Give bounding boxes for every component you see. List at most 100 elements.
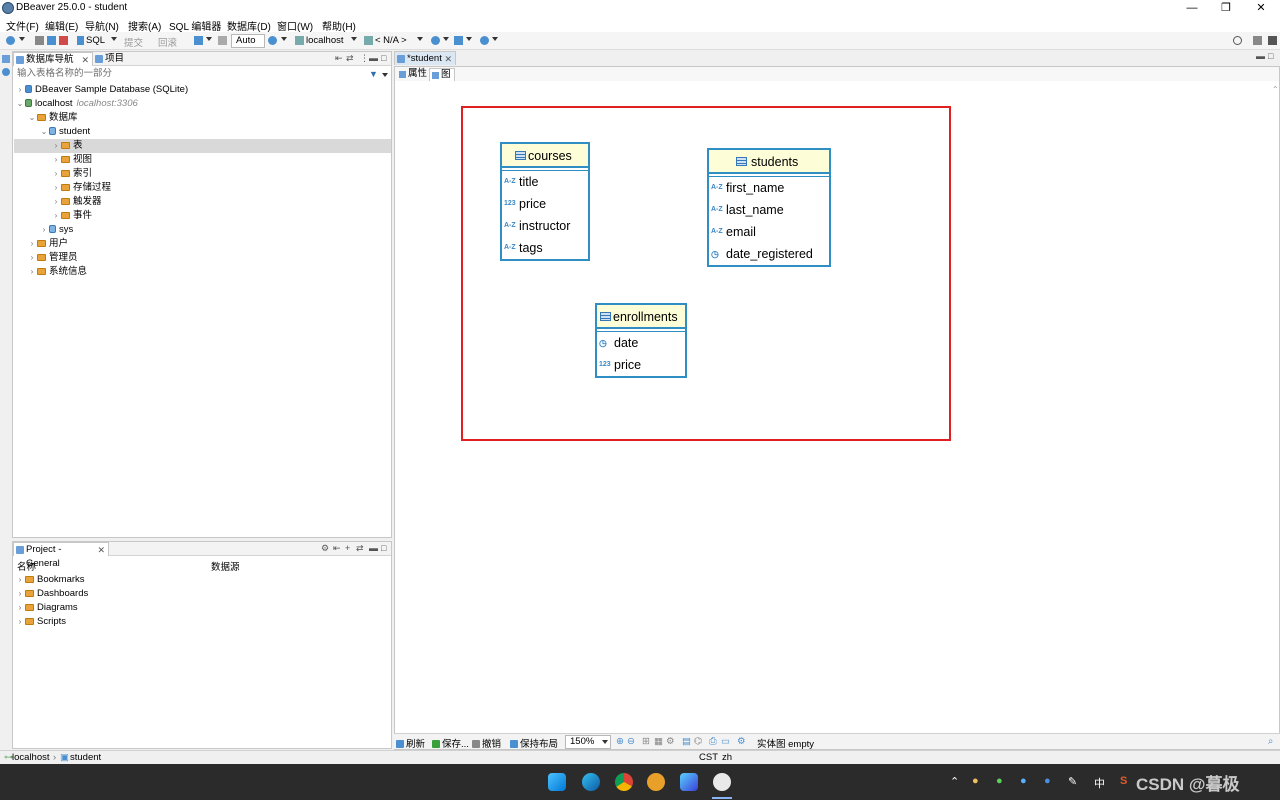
tab-diagram[interactable]: 图	[429, 68, 455, 81]
expand-arrow-icon[interactable]: ›	[15, 587, 25, 601]
new-connection-icon[interactable]	[6, 36, 15, 45]
entity-column[interactable]: 123 price	[597, 354, 685, 376]
routing-icon[interactable]: ⌬	[694, 736, 702, 747]
project-item-diagrams[interactable]: › Diagrams	[15, 601, 391, 615]
perspective-icon[interactable]	[1253, 36, 1262, 45]
project-item-scripts[interactable]: › Scripts	[15, 615, 391, 629]
tree-item-databases[interactable]: ⌄ 数据库	[27, 111, 391, 125]
chevron-down-icon[interactable]	[206, 37, 212, 41]
arrange-icon[interactable]: ⊞	[642, 736, 650, 747]
entity-header[interactable]: courses	[502, 144, 588, 168]
zoom-in-icon[interactable]: ⊕	[616, 736, 624, 747]
entity-column[interactable]: ◷ date	[597, 332, 685, 354]
zoom-out-icon[interactable]: ⊖	[627, 736, 635, 747]
minimize-panel-icon[interactable]: ▬	[369, 543, 378, 553]
column-header-name[interactable]: 名称	[17, 559, 36, 573]
tree-item-tables[interactable]: › 表	[14, 139, 391, 153]
expand-arrow-icon[interactable]: ›	[15, 601, 25, 615]
edge-icon[interactable]	[582, 773, 600, 791]
auto-commit-mode[interactable]: Auto	[231, 34, 265, 48]
entity-column[interactable]: A-Z instructor	[502, 215, 588, 237]
sql-editor-icon[interactable]	[77, 36, 84, 45]
collapse-icon[interactable]: ⇤	[335, 53, 343, 64]
expand-arrow-icon[interactable]: ›	[51, 195, 61, 209]
notation-icon[interactable]: ▤	[682, 736, 691, 747]
search-icon[interactable]: ⌕	[1268, 736, 1273, 747]
expand-arrow-icon[interactable]: ›	[15, 573, 25, 587]
menu-database[interactable]: 数据库(D)	[227, 18, 271, 33]
expand-arrow-icon[interactable]: ›	[51, 209, 61, 223]
tree-item-procedures[interactable]: › 存储过程	[51, 181, 391, 195]
tree-item-sample-database[interactable]: › DBeaver Sample Database (SQLite)	[15, 83, 391, 97]
search-icon[interactable]	[1233, 36, 1242, 45]
plug-icon[interactable]	[35, 36, 44, 45]
project-item-dashboards[interactable]: › Dashboards	[15, 587, 391, 601]
collapse-icon[interactable]: ⇤	[333, 543, 341, 554]
export-image-icon[interactable]: ▭	[721, 736, 730, 747]
lock-icon[interactable]	[218, 36, 227, 45]
settings-icon[interactable]: ⚙	[321, 543, 329, 554]
tree-item-triggers[interactable]: › 触发器	[51, 195, 391, 209]
entity-column[interactable]: A-Z email	[709, 221, 829, 243]
tree-item-localhost[interactable]: ⌄ localhost localhost:3306	[15, 97, 391, 111]
expand-arrow-icon[interactable]: ›	[39, 223, 49, 237]
tray-app-icon[interactable]: ●	[1020, 775, 1027, 787]
lock-transaction-icon[interactable]	[454, 36, 463, 45]
active-schema-selector[interactable]: < N/A >	[375, 35, 407, 46]
entity-header[interactable]: students	[709, 150, 829, 174]
settings-icon[interactable]: ⚙	[666, 736, 675, 747]
tree-item-student[interactable]: ⌄ student	[39, 125, 391, 139]
expand-arrow-icon[interactable]: ›	[27, 265, 37, 279]
ime-indicator[interactable]: 中	[1094, 775, 1105, 791]
menu-window[interactable]: 窗口(W)	[277, 18, 313, 33]
tab-project-general[interactable]: Project - General ✕	[13, 542, 109, 569]
minimized-view-icon[interactable]	[2, 68, 10, 76]
minimize-button[interactable]: —	[1175, 0, 1209, 16]
entity-column[interactable]: ◷ date_registered	[709, 243, 829, 265]
chevron-down-icon[interactable]	[466, 37, 472, 41]
menu-file[interactable]: 文件(F)	[6, 18, 39, 33]
close-icon[interactable]: ✕	[97, 543, 105, 557]
breadcrumb-student[interactable]: student	[70, 752, 101, 763]
link-icon[interactable]: ⇄	[346, 53, 354, 64]
browser-icon[interactable]	[647, 773, 665, 791]
chevron-up-icon[interactable]: ⌃	[950, 775, 959, 788]
maximize-panel-icon[interactable]: □	[1268, 51, 1273, 61]
close-icon[interactable]: ✕	[444, 52, 452, 66]
entity-column[interactable]: A-Z title	[502, 171, 588, 193]
windows-start-icon[interactable]	[548, 773, 566, 791]
maximize-panel-icon[interactable]: □	[381, 53, 386, 63]
tree-item-administrators[interactable]: › 管理员	[27, 251, 391, 265]
tree-item-events[interactable]: › 事件	[51, 209, 391, 223]
expand-arrow-icon[interactable]: ›	[27, 251, 37, 265]
perspective-database-icon[interactable]	[1268, 36, 1277, 45]
view-menu-icon[interactable]: ⋮	[360, 53, 369, 64]
menu-search[interactable]: 搜索(A)	[128, 18, 161, 33]
expand-arrow-icon[interactable]: ›	[27, 237, 37, 251]
entity-column[interactable]: A-Z tags	[502, 237, 588, 259]
maximize-panel-icon[interactable]: □	[381, 543, 386, 553]
expand-arrow-icon[interactable]: ›	[15, 83, 25, 97]
minimize-panel-icon[interactable]: ▬	[369, 53, 378, 63]
commit-button[interactable]: 提交	[124, 35, 143, 49]
config-icon[interactable]: ⚙	[737, 736, 746, 747]
restore-button[interactable]: ❐	[1209, 0, 1243, 16]
entity-column[interactable]: 123 price	[502, 193, 588, 215]
close-button[interactable]: ✕	[1244, 0, 1278, 16]
chevron-down-icon[interactable]	[417, 37, 423, 41]
tab-database-navigator[interactable]: 数据库导航 ✕	[13, 52, 93, 66]
column-header-datasource[interactable]: 数据源	[211, 559, 240, 573]
minimized-view-icon[interactable]	[2, 55, 10, 63]
expand-arrow-icon[interactable]: ›	[51, 153, 61, 167]
menu-edit[interactable]: 编辑(E)	[45, 18, 78, 33]
filter-icon[interactable]: ▼	[369, 69, 378, 79]
chrome-icon[interactable]	[615, 773, 633, 791]
dbeaver-taskbar-icon[interactable]	[713, 773, 731, 791]
minimize-panel-icon[interactable]: ▬	[1256, 51, 1265, 61]
menu-sql-editor[interactable]: SQL 编辑器	[169, 18, 221, 33]
chevron-down-icon[interactable]	[443, 37, 449, 41]
print-icon[interactable]: ⎙	[709, 736, 717, 747]
chevron-down-icon[interactable]	[19, 37, 25, 41]
chevron-down-icon[interactable]	[492, 37, 498, 41]
expand-arrow-icon[interactable]: ›	[51, 181, 61, 195]
